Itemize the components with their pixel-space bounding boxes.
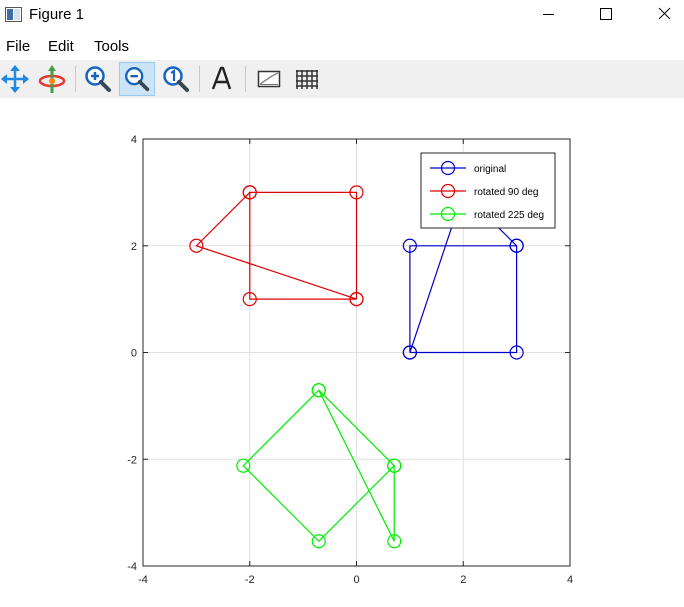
maximize-button[interactable] xyxy=(578,0,636,30)
rotate-3d-icon xyxy=(38,65,66,93)
zoom-out-button[interactable] xyxy=(119,62,155,96)
menu-bar: File Edit Tools xyxy=(0,36,684,58)
legend-label-1: original xyxy=(474,164,506,175)
toolbar-separator xyxy=(199,66,200,92)
figure-canvas[interactable]: -4 -2 0 2 4 -4 -2 0 2 4 original rotated 90 deg rota… xyxy=(0,98,684,607)
zoom-reset-icon xyxy=(163,66,189,92)
zoom-out-icon xyxy=(125,67,150,92)
zoom-in-icon xyxy=(85,66,111,92)
y-tick-label: 0 xyxy=(131,348,137,360)
close-icon xyxy=(658,7,671,20)
y-tick-label: 2 xyxy=(131,241,137,253)
toggle-axes-button[interactable] xyxy=(251,62,287,96)
legend-label-2: rotated 90 deg xyxy=(474,187,539,198)
figure-app-icon xyxy=(5,7,22,22)
y-tick-label: -4 xyxy=(127,561,137,573)
title-bar: Figure 1 xyxy=(0,0,684,30)
insert-text-icon xyxy=(211,66,232,90)
x-tick-label: 0 xyxy=(353,574,359,586)
rotate-3d-button[interactable] xyxy=(34,62,70,96)
window-title: Figure 1 xyxy=(29,6,85,23)
menu-file[interactable]: File xyxy=(6,38,30,55)
y-tick-label: -2 xyxy=(127,454,137,466)
close-button[interactable] xyxy=(636,0,684,30)
pan-button[interactable] xyxy=(0,62,36,96)
toggle-grid-icon xyxy=(296,70,318,89)
minimize-button[interactable] xyxy=(520,0,578,30)
toolbar xyxy=(0,60,684,98)
toolbar-separator xyxy=(75,66,76,92)
menu-tools[interactable]: Tools xyxy=(94,38,129,55)
maximize-icon xyxy=(600,8,612,20)
zoom-in-button[interactable] xyxy=(80,62,116,96)
zoom-reset-button[interactable] xyxy=(158,62,194,96)
minimize-icon xyxy=(543,14,554,15)
chart-svg[interactable]: -4 -2 0 2 4 -4 -2 0 2 4 original rotated 90 deg rota… xyxy=(0,98,684,607)
insert-text-button[interactable] xyxy=(204,62,240,96)
legend-label-3: rotated 225 deg xyxy=(474,210,544,221)
y-tick-label: 4 xyxy=(131,134,137,146)
x-tick-label: 4 xyxy=(567,574,573,586)
x-tick-label: 2 xyxy=(460,574,466,586)
pan-icon xyxy=(1,65,29,93)
toggle-axes-icon xyxy=(257,70,281,88)
toggle-grid-button[interactable] xyxy=(289,62,325,96)
toolbar-separator xyxy=(245,66,246,92)
x-tick-label: -4 xyxy=(138,574,148,586)
menu-edit[interactable]: Edit xyxy=(48,38,74,55)
x-tick-label: -2 xyxy=(245,574,255,586)
